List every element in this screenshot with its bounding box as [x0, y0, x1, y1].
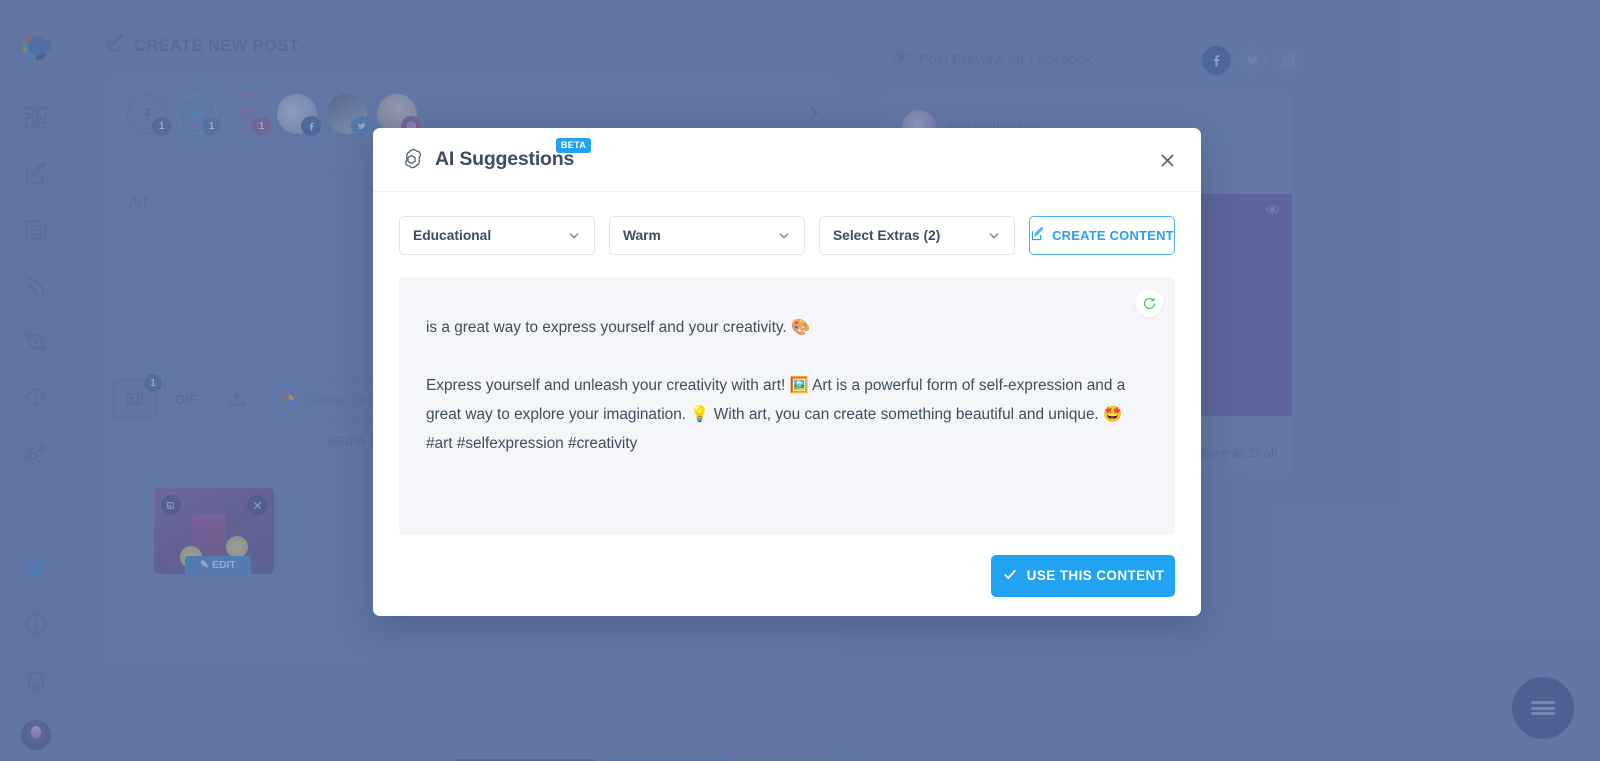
mood-select-warm[interactable]: Warm — [608, 216, 805, 255]
check-icon — [1002, 566, 1018, 585]
modal-controls: Educational Warm Select Extras (2) CREAT… — [373, 192, 1201, 255]
extras-select[interactable]: Select Extras (2) — [818, 216, 1015, 255]
chevron-down-icon — [987, 229, 1001, 243]
tone-select-educational[interactable]: Educational — [399, 216, 595, 255]
create-content-button[interactable]: CREATE CONTENT — [1028, 216, 1176, 255]
select-value: Select Extras (2) — [832, 228, 941, 243]
suggestion-paragraph-2: Express yourself and unleash your creati… — [426, 377, 1126, 452]
compose-icon — [1030, 226, 1045, 245]
use-this-content-button[interactable]: USE THIS CONTENT — [991, 554, 1175, 597]
chevron-down-icon — [777, 229, 791, 243]
select-value: Warm — [622, 228, 661, 243]
use-this-content-label: USE THIS CONTENT — [1026, 568, 1165, 583]
modal-title: AI Suggestions — [435, 148, 575, 170]
beta-badge: BETA — [556, 138, 592, 153]
modal-footer: USE THIS CONTENT — [373, 535, 1201, 616]
regenerate-icon[interactable] — [1135, 289, 1163, 317]
app-root: CREATE NEW POST 1 1 — [0, 0, 1600, 761]
suggestion-content-box[interactable]: is a great way to express yourself and y… — [399, 277, 1175, 535]
suggestion-paragraph-1: is a great way to express yourself and y… — [426, 319, 811, 336]
chevron-down-icon — [567, 229, 581, 243]
close-icon[interactable] — [1155, 148, 1179, 172]
modal-header: AI Suggestions BETA — [373, 128, 1201, 192]
select-value: Educational — [413, 228, 492, 243]
create-content-label: CREATE CONTENT — [1052, 228, 1174, 243]
ai-suggestions-modal: AI Suggestions BETA Educational Warm Sel… — [373, 128, 1201, 616]
openai-logo-icon — [399, 147, 424, 172]
